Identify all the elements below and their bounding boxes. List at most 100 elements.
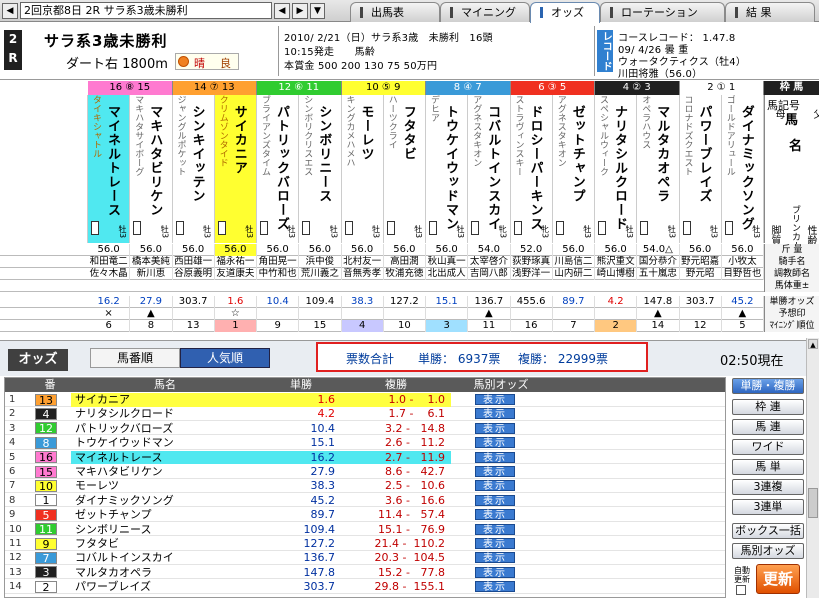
show-horse-odds-button[interactable]: 表示 — [475, 480, 515, 492]
show-horse-odds-button[interactable]: 表示 — [475, 437, 515, 449]
popularity-rank: 12 — [9, 552, 22, 564]
blinker-icon — [302, 221, 311, 235]
odds-row[interactable]: 2 4 ナリタシルクロード 4.2 1.7 - 6.1 表示 — [5, 407, 725, 421]
place-odds: 11.4 - 57.4 — [378, 508, 445, 522]
bet-type-button[interactable]: ボックス一括 — [732, 523, 804, 539]
horse-column[interactable]: ストラヴィンスキー ドロシーパーキンス 牝3 — [510, 95, 553, 243]
bet-type-button[interactable]: ワイド — [732, 439, 804, 455]
show-horse-odds-button[interactable]: 表示 — [475, 509, 515, 521]
show-horse-odds-button[interactable]: 表示 — [475, 408, 515, 420]
tab-mining[interactable]: マイニング — [440, 2, 530, 22]
grid-cell-odds: 16.2 — [88, 296, 131, 308]
sort-by-popularity-button[interactable]: 人気順 — [180, 348, 270, 368]
grid-cell-weight: 56.0 — [426, 244, 469, 256]
popularity-rank: 14 — [9, 581, 22, 593]
grid-cell-trainer: 五十嵐忠 — [637, 268, 680, 280]
waku-uma-header: 枠 馬 — [764, 81, 819, 95]
tab-shutsuba[interactable]: 出馬表 — [350, 2, 440, 22]
horse-column[interactable]: タイキシャトル マイネルトレース 牡3 — [88, 95, 131, 243]
horse-column[interactable]: シンボリクリスエス シンボリニース 牡3 — [299, 95, 342, 243]
grid-cell-weight: 56.0 — [722, 244, 764, 256]
scroll-up-icon[interactable]: ▲ — [808, 339, 818, 349]
odds-row[interactable]: 13 3 マルタカオペラ 147.8 15.2 - 77.8 表示 — [5, 566, 725, 580]
grid-cell-mark — [680, 308, 722, 320]
horse-column[interactable]: デヒア トウケイウッドマン 牡3 — [426, 95, 469, 243]
grid-cell-mark — [257, 308, 300, 320]
show-horse-odds-button[interactable]: 表示 — [475, 494, 515, 507]
bet-type-button[interactable]: 3連単 — [732, 499, 804, 515]
horse-column[interactable]: コロナドズクエスト パワーブレイズ 牡3 — [679, 95, 722, 243]
odds-row[interactable]: 11 9 フタタビ 127.2 21.4 - 110.2 表示 — [5, 537, 725, 551]
horse-column[interactable]: キングカメハメハ モーレツ 牡3 — [341, 95, 384, 243]
record-jockey: 川田将雅（56.0） — [618, 69, 703, 80]
show-horse-odds-button[interactable]: 表示 — [475, 422, 515, 435]
bet-type-button[interactable]: 枠 連 — [732, 399, 804, 415]
prev-day-icon[interactable]: ◀ — [274, 3, 290, 19]
tab-rotation[interactable]: ローテーション — [600, 2, 725, 22]
col-header-num: 番 — [31, 378, 69, 392]
label-mei: 名 — [789, 139, 803, 154]
horse-column[interactable]: ハーツクライ フタタビ 牡3 — [383, 95, 426, 243]
odds-row[interactable]: 5 16 マイネルトレース 16.2 2.7 - 11.9 表示 — [5, 450, 725, 465]
odds-row[interactable]: 10 11 シンボリニース 109.4 15.1 - 76.9 表示 — [5, 523, 725, 537]
win-odds: 27.9 — [310, 465, 336, 478]
horse-column[interactable]: スペシャルウィーク ナリタシルクロード 牡3 — [595, 95, 638, 243]
odds-row[interactable]: 8 1 ダイナミックソング 45.2 3.6 - 16.6 表示 — [5, 494, 725, 508]
horse-column[interactable]: クリムゾンタイド サイカニア 牡3 — [214, 95, 257, 243]
horse-column[interactable]: ブライアンズタイム パトリックバローズ 牡3 — [257, 95, 300, 243]
odds-row[interactable]: 12 7 コバルトインスカイ 136.7 20.3 - 104.5 表示 — [5, 551, 725, 565]
show-horse-odds-button[interactable]: 表示 — [475, 523, 515, 536]
grid-cell-trainer: 山内研二 — [553, 268, 595, 280]
horse-sire: ブライアンズタイム — [260, 95, 270, 176]
grid-cell-weight: 56.0 — [214, 244, 257, 256]
odds-row[interactable]: 3 12 パトリックバローズ 10.4 3.2 - 14.8 表示 — [5, 422, 725, 436]
horse-column[interactable]: マキハタサイボーグ マキハタビリケン 牡3 — [130, 95, 173, 243]
popularity-rank: 2 — [9, 408, 16, 420]
odds-row[interactable]: 4 8 トウケイウッドマン 15.1 2.6 - 11.2 表示 — [5, 436, 725, 450]
bet-type-button[interactable]: 3連複 — [732, 479, 804, 495]
blinker-icon — [598, 221, 606, 235]
show-horse-odds-button[interactable]: 表示 — [475, 538, 515, 550]
bet-type-button[interactable]: 馬 単 — [732, 459, 804, 475]
auto-update-checkbox[interactable] — [736, 585, 746, 595]
refresh-button[interactable]: 更新 — [756, 564, 800, 594]
next-race-icon[interactable]: ▶ — [292, 3, 308, 19]
grid-cell-odds: 15.1 — [426, 296, 469, 308]
horse-name: ゼットチャンプ — [569, 105, 585, 203]
tab-odds[interactable]: オッズ — [530, 2, 600, 23]
bet-type-button[interactable]: 馬別オッズ — [732, 543, 804, 559]
win-odds: 127.2 — [303, 537, 336, 550]
bet-type-button[interactable]: 馬 連 — [732, 419, 804, 435]
show-horse-odds-button[interactable]: 表示 — [475, 466, 515, 478]
dropdown-arrow-icon[interactable]: ▼ — [310, 3, 325, 19]
odds-row[interactable]: 6 15 マキハタビリケン 27.9 8.6 - 42.7 表示 — [5, 465, 725, 479]
waku-header: 14 ⑦ 13 — [172, 81, 257, 95]
prev-race-icon[interactable]: ◀ — [2, 3, 18, 19]
odds-row[interactable]: 9 5 ゼットチャンプ 89.7 11.4 - 57.4 表示 — [5, 508, 725, 522]
odds-row[interactable]: 14 2 パワーブレイズ 303.7 29.8 - 155.1 表示 — [5, 580, 725, 594]
bet-type-button[interactable]: 単勝・複勝 — [732, 378, 804, 394]
horse-number-badge: 12 — [35, 422, 57, 435]
race-select[interactable]: 2回京都8日 2R サラ系3歳未勝利 — [20, 2, 272, 19]
show-horse-odds-button[interactable]: 表示 — [475, 394, 515, 406]
horse-column[interactable]: アグネスタキオン ゼットチャンプ 牡3 — [552, 95, 595, 243]
odds-row[interactable]: 7 10 モーレツ 38.3 2.5 - 10.6 表示 — [5, 479, 725, 493]
horse-column[interactable]: オペラハウス マルタカオペラ 牡3 — [637, 95, 680, 243]
horse-column[interactable]: ジャングルポケット シンキイッテン 牡3 — [172, 95, 215, 243]
show-horse-odds-button[interactable]: 表示 — [475, 581, 515, 593]
vote-total-box: 票数合計 単勝： 6937票 複勝： 22999票 — [316, 342, 648, 372]
tab-result[interactable]: 結 果 — [725, 2, 815, 22]
place-odds: 2.6 - 11.2 — [385, 436, 445, 450]
scroll-thumb[interactable] — [808, 488, 818, 518]
horse-column[interactable]: アグネスタキオン コバルトインスカイ 牝3 — [468, 95, 511, 243]
show-horse-odds-button[interactable]: 表示 — [475, 552, 515, 564]
show-horse-odds-button[interactable]: 表示 — [475, 566, 515, 579]
odds-row[interactable]: 1 13 サイカニア 1.6 1.0 - 1.0 表示 — [5, 393, 725, 407]
grid-cell-mark — [511, 308, 553, 320]
odds-title: オッズ — [8, 349, 68, 371]
scrollbar[interactable]: ▲ — [806, 338, 819, 598]
grid-row-label: 斤 量 — [764, 244, 819, 256]
sort-by-number-button[interactable]: 馬番順 — [90, 348, 180, 368]
show-horse-odds-button[interactable]: 表示 — [475, 451, 515, 464]
horse-column[interactable]: ゴールドアリュール ダイナミックソング 牡3 — [721, 95, 764, 243]
